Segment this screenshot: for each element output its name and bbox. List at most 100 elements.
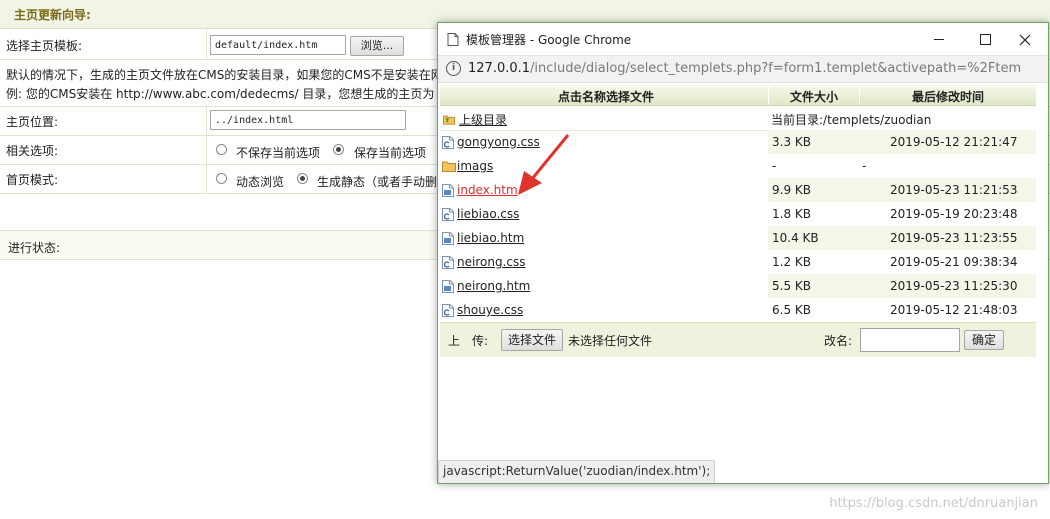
file-name-cell: index.htm xyxy=(440,178,768,202)
column-divider xyxy=(206,107,207,135)
file-link[interactable]: liebiao.css xyxy=(457,207,519,221)
file-link[interactable]: neirong.htm xyxy=(457,279,530,293)
dynamic-radio[interactable] xyxy=(216,173,227,184)
window-titlebar[interactable]: 模板管理器 - Google Chrome xyxy=(438,23,1048,55)
options-label: 相关选项: xyxy=(6,144,59,158)
css-file-icon xyxy=(442,136,454,149)
file-size: 1.8 KB xyxy=(772,207,811,221)
file-modified-cell: 2019-05-21 09:38:34 xyxy=(858,250,1036,274)
static-radio[interactable] xyxy=(297,173,308,184)
address-bar[interactable]: i 127.0.0.1/include/dialog/select_temple… xyxy=(438,55,1048,83)
no-save-radio[interactable] xyxy=(216,144,227,155)
file-row: liebiao.css 1.8 KB 2019-05-19 20:23:48 xyxy=(440,202,1036,226)
file-modified-cell: 2019-05-19 20:23:48 xyxy=(858,202,1036,226)
url-path: /include/dialog/select_templets.php?f=fo… xyxy=(530,61,1022,76)
htm-file-icon xyxy=(442,184,454,197)
confirm-button[interactable]: 确定 xyxy=(964,330,1004,350)
file-modified: 2019-05-19 20:23:48 xyxy=(890,207,1018,221)
maximize-icon xyxy=(979,34,991,45)
file-modified-cell: 2019-05-23 11:25:30 xyxy=(858,274,1036,298)
css-file-icon xyxy=(442,208,454,221)
static-label: 生成静态（或者手动删 xyxy=(317,175,438,189)
file-row: neirong.css 1.2 KB 2019-05-21 09:38:34 xyxy=(440,250,1036,274)
file-link[interactable]: neirong.css xyxy=(457,255,525,269)
url-host: 127.0.0.1 xyxy=(468,61,531,76)
info-text-line1: 默认的情况下，生成的主页文件放在CMS的安装目录，如果您的CMS不是安装在网站 xyxy=(6,68,455,82)
annotation-arrow xyxy=(518,134,570,195)
file-name-cell: liebiao.css xyxy=(440,202,768,226)
file-link[interactable]: liebiao.htm xyxy=(457,231,524,245)
position-input[interactable]: ../index.html xyxy=(210,110,406,130)
folder-icon xyxy=(442,160,456,173)
htm-file-icon xyxy=(442,232,454,245)
file-name-cell: liebiao.htm xyxy=(440,226,768,250)
info-text-line2: 例: 您的CMS安装在 http://www.abc.com/dedecms/ … xyxy=(6,87,456,101)
file-size: 5.5 KB xyxy=(772,279,811,293)
position-label: 主页位置: xyxy=(6,115,59,129)
rename-label: 改名: xyxy=(824,334,853,348)
column-divider xyxy=(206,29,207,59)
header-size: 文件大小 xyxy=(790,90,839,104)
htm-file-icon xyxy=(442,280,454,293)
status-bar: javascript:ReturnValue('zuodian/index.ht… xyxy=(438,460,716,483)
table-header: 点击名称选择文件 文件大小 最后修改时间 xyxy=(440,85,1036,106)
file-size: 6.5 KB xyxy=(772,303,811,317)
file-size-cell: 9.9 KB xyxy=(768,178,858,202)
page-title: 主页更新向导: xyxy=(14,8,91,22)
file-modified-cell: 2019-05-23 11:23:55 xyxy=(858,226,1036,250)
file-link[interactable]: shouye.css xyxy=(457,303,523,317)
current-dir-text: 当前目录:/templets/zuodian xyxy=(771,113,932,127)
rename-input[interactable] xyxy=(860,328,960,352)
file-size-cell: 3.3 KB xyxy=(768,130,858,154)
file-size-cell: 1.2 KB xyxy=(768,250,858,274)
save-radio[interactable] xyxy=(333,144,344,155)
page-icon xyxy=(447,33,459,46)
template-manager-window: 模板管理器 - Google Chrome i 127.0.0.1/includ… xyxy=(437,22,1049,484)
file-modified: 2019-05-12 21:21:47 xyxy=(890,135,1018,149)
url-text: 127.0.0.1/include/dialog/select_templets… xyxy=(468,61,1021,76)
file-name-cell: gongyong.css xyxy=(440,130,768,154)
file-name-cell: imags xyxy=(440,154,768,178)
file-size: - xyxy=(772,159,777,173)
choose-file-button[interactable]: 选择文件 xyxy=(501,329,563,351)
mode-label: 首页模式: xyxy=(6,173,59,187)
window-title: 模板管理器 - Google Chrome xyxy=(466,33,632,47)
file-name-cell: shouye.css xyxy=(440,298,768,322)
file-link[interactable]: imags xyxy=(457,159,493,173)
upload-bar: 上 传: 选择文件 未选择任何文件 改名: 确定 xyxy=(440,322,1036,357)
css-file-icon xyxy=(442,256,454,269)
file-size-cell: 6.5 KB xyxy=(768,298,858,322)
minimize-button[interactable] xyxy=(916,23,962,55)
file-modified-cell: 2019-05-12 21:21:47 xyxy=(858,130,1036,154)
file-size: 10.4 KB xyxy=(772,231,819,245)
file-size-cell: - xyxy=(768,154,858,178)
file-modified-cell: - xyxy=(858,154,1036,178)
file-modified: 2019-05-23 11:25:30 xyxy=(890,279,1018,293)
browse-button[interactable]: 浏览... xyxy=(350,36,404,56)
progress-label: 进行状态: xyxy=(8,241,61,255)
file-size: 3.3 KB xyxy=(772,135,811,149)
watermark: https://blog.csdn.net/dnruanjian xyxy=(829,496,1038,511)
info-icon[interactable]: i xyxy=(446,61,461,76)
file-size-cell: 1.8 KB xyxy=(768,202,858,226)
template-input[interactable]: default/index.htm xyxy=(210,35,346,55)
parent-dir-row: 上级目录 当前目录:/templets/zuodian xyxy=(440,106,1036,131)
upload-label: 上 传: xyxy=(448,334,489,348)
file-size-cell: 5.5 KB xyxy=(768,274,858,298)
css-file-icon xyxy=(442,304,454,317)
close-button[interactable] xyxy=(1002,23,1048,55)
file-name-cell: neirong.htm xyxy=(440,274,768,298)
file-modified: 2019-05-23 11:23:55 xyxy=(890,231,1018,245)
file-modified: - xyxy=(862,159,867,173)
template-label: 选择主页模板: xyxy=(6,39,83,53)
file-name-cell: neirong.css xyxy=(440,250,768,274)
minimize-icon xyxy=(934,39,944,40)
file-row: neirong.htm 5.5 KB 2019-05-23 11:25:30 xyxy=(440,274,1036,298)
parent-dir-link[interactable]: 上级目录 xyxy=(459,111,507,128)
no-save-label: 不保存当前选项 xyxy=(236,146,321,160)
file-modified: 2019-05-23 11:21:53 xyxy=(890,183,1018,197)
file-modified-cell: 2019-05-23 11:21:53 xyxy=(858,178,1036,202)
up-folder-icon xyxy=(443,115,455,125)
save-label: 保存当前选项 xyxy=(354,146,427,160)
header-name: 点击名称选择文件 xyxy=(558,90,655,104)
